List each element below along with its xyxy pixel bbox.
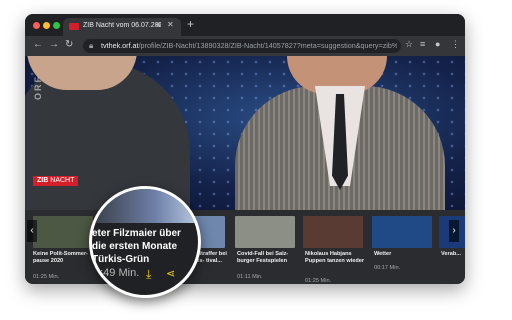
minimize-window-button[interactable] [43,22,50,29]
speaker-icon[interactable]: 🔊︎ [156,20,161,30]
lock-icon: 🔒︎ [89,41,94,50]
card-title[interactable]: Verab... [441,251,463,258]
close-window-button[interactable] [33,22,40,29]
card-duration: 00:17 Min. [374,265,401,271]
zib-nacht-badge: ZIB NACHT [33,176,79,186]
tab-title: ZIB Nacht vom 06.07.2020 [83,22,161,29]
card-title[interactable]: Wetter [374,251,436,258]
back-arrow-icon[interactable]: ← [33,39,43,50]
episode-thumbnail[interactable] [235,216,295,248]
magnified-card-duration: 3:49 Min. [94,267,140,279]
browser-toolbar: ← → ↻ 🔒︎ tvthek.orf.at/profile/ZIB-Nacht… [25,36,465,56]
url-text[interactable]: tvthek.orf.at/profile/ZIB-Nacht/13890328… [101,41,397,50]
card-duration: 01:11 Min. [237,274,263,280]
magnified-title-line: die ersten Monate [92,241,178,252]
magnified-title-line: eter Filzmaier über [92,228,181,239]
card-duration: 01:25 Min. [305,278,332,284]
maximize-window-button[interactable] [53,22,60,29]
episode-thumbnail[interactable] [303,216,363,248]
magnified-card-title[interactable]: eter Filzmaier über die ersten Monate Tü… [92,227,196,266]
magnified-thumbnail [92,189,198,223]
card-title[interactable]: Keine Polit-Sommer- pause 2020 [33,251,95,265]
url-path: /profile/ZIB-Nacht/13890328/ZIB-Nacht/14… [138,41,397,50]
url-host: tvthek.orf.at [101,41,139,50]
menu-dots-icon[interactable]: ⋮ [451,39,460,50]
new-tab-button[interactable]: + [187,17,194,31]
orf-favicon-icon [69,23,79,30]
card-duration: 01:25 Min. [33,274,60,280]
star-icon[interactable]: ☆ [405,39,413,50]
magnified-title-line: Türkis-Grün [92,254,150,265]
address-bar[interactable]: 🔒︎ tvthek.orf.at/profile/ZIB-Nacht/13890… [83,39,401,53]
carousel-prev-button[interactable]: ‹ [27,220,37,242]
video-player[interactable]: ORF ZIB NACHT [25,56,465,210]
badge-brand: ZIB [37,177,49,184]
card-title[interactable]: Nikolaus Habjans Puppen tanzen wieder [305,251,367,265]
account-icon[interactable]: ● [435,39,440,49]
close-icon[interactable]: ✕ [167,20,174,29]
browser-tab[interactable]: ZIB Nacht vom 06.07.2020 🔊︎ ✕ [63,18,181,36]
orf-watermark: ORF [33,75,43,100]
episode-thumbnail[interactable] [372,216,432,248]
carousel-next-button[interactable]: › [449,220,459,242]
queue-icon[interactable]: ≡ [420,39,425,49]
magnifier-lens: eter Filzmaier über die ersten Monate Tü… [89,186,201,298]
interviewer-head [27,56,137,90]
share-icon[interactable]: ⋖ [166,267,175,280]
badge-title: NACHT [50,177,75,184]
download-icon[interactable]: ⤓ [146,267,151,282]
reload-icon[interactable]: ↻ [65,39,73,50]
episode-thumbnail[interactable] [33,216,93,248]
forward-arrow-icon[interactable]: → [49,39,59,50]
tab-bar: ZIB Nacht vom 06.07.2020 🔊︎ ✕ + [25,14,465,36]
card-title[interactable]: Covid-Fall bei Salz- burger Festspielen [237,251,299,265]
